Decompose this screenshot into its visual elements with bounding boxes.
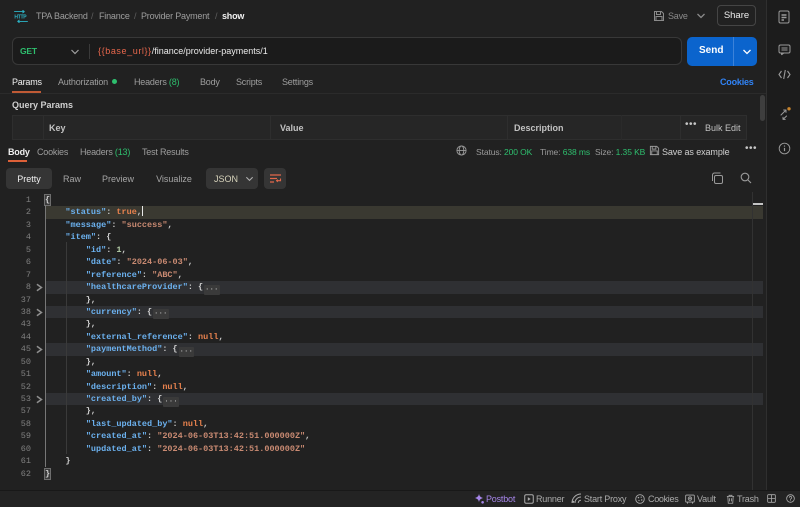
svg-text:HTTP: HTTP <box>14 15 27 21</box>
